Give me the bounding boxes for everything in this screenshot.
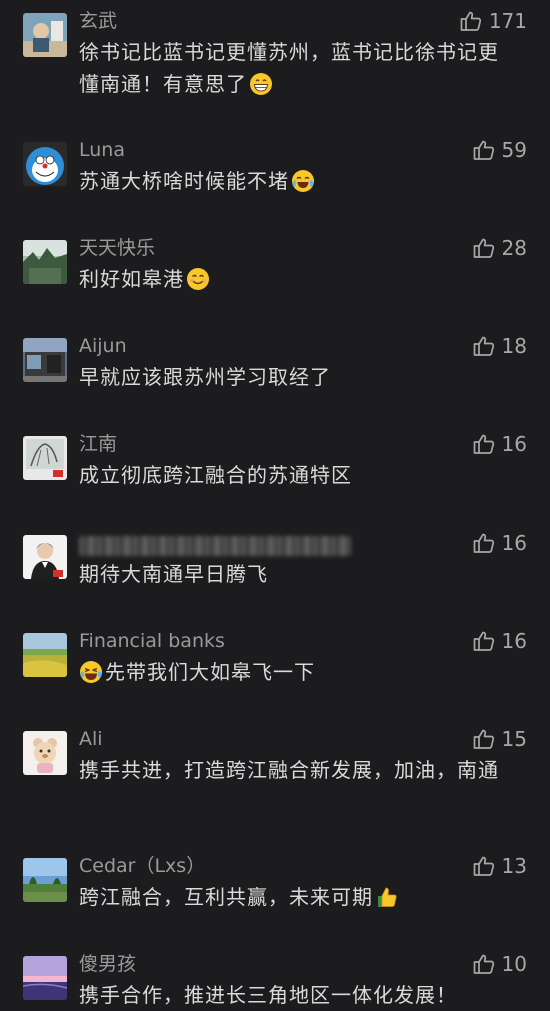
like-button[interactable]: 13 <box>472 851 527 881</box>
comment-author[interactable]: 傻男孩 <box>79 951 136 977</box>
thumbs-up-emoji <box>375 885 399 909</box>
comment-text-body: 成立彻底跨江融合的苏通特区 <box>79 463 352 487</box>
thumbs-up-icon <box>460 11 481 31</box>
comment-text-body: 携手合作，推进长三角地区一体化发展！ <box>79 983 457 1007</box>
comment-text: 苏通大桥啥时候能不堵 <box>79 165 519 197</box>
comment-text: 携手合作，推进长三角地区一体化发展！ <box>79 979 519 1011</box>
like-count: 171 <box>488 9 527 33</box>
laugh-emoji <box>79 660 103 684</box>
comment-author[interactable]: 江南 <box>79 431 117 457</box>
like-count: 16 <box>501 531 527 555</box>
grin-emoji <box>249 72 273 96</box>
like-button[interactable]: 16 <box>472 626 527 656</box>
thumbs-up-icon <box>473 856 494 876</box>
avatar[interactable] <box>23 13 67 57</box>
thumbs-up-icon <box>473 238 494 258</box>
like-button[interactable]: 16 <box>472 528 527 558</box>
comment-author[interactable]: 天天快乐 <box>79 235 155 261</box>
comment-text-body: 利好如皋港 <box>79 267 184 291</box>
comment-text-body: 徐书记比蓝书记更懂苏州，蓝书记比徐书记更懂南通！有意思了 <box>79 40 499 96</box>
like-count: 15 <box>501 727 527 751</box>
like-button[interactable]: 10 <box>472 949 527 979</box>
comment-text: 成立彻底跨江融合的苏通特区 <box>79 459 519 491</box>
comment-text: 早就应该跟苏州学习取经了 <box>79 361 519 393</box>
like-count: 28 <box>501 236 527 260</box>
thumbs-up-icon <box>473 140 494 160</box>
like-count: 16 <box>501 629 527 653</box>
thumbs-up-icon <box>473 631 494 651</box>
avatar[interactable] <box>23 858 67 902</box>
comment-text-body: 苏通大桥啥时候能不堵 <box>79 169 289 193</box>
comment-author[interactable]: Ali <box>79 726 103 752</box>
like-button[interactable]: 59 <box>472 135 527 165</box>
thumbs-up-icon <box>473 434 494 454</box>
thumbs-up-icon <box>473 336 494 356</box>
comment-author[interactable]: Aijun <box>79 333 127 359</box>
tears-of-joy-emoji <box>291 169 315 193</box>
avatar[interactable] <box>23 240 67 284</box>
like-count: 59 <box>501 138 527 162</box>
comment-text: 期待大南通早日腾飞 <box>79 558 519 590</box>
comment-text: 携手共进，打造跨江融合新发展，加油，南通 <box>79 754 519 786</box>
smile-emoji <box>186 267 210 291</box>
comment-text: 跨江融合，互利共赢，未来可期 <box>79 881 519 913</box>
avatar[interactable] <box>23 338 67 382</box>
avatar[interactable] <box>23 142 67 186</box>
like-button[interactable]: 28 <box>472 233 527 263</box>
comment-author[interactable] <box>79 536 351 556</box>
comment-text-body: 早就应该跟苏州学习取经了 <box>79 365 331 389</box>
avatar[interactable] <box>23 956 67 1000</box>
comment-text-body: 携手共进，打造跨江融合新发展，加油，南通 <box>79 758 499 782</box>
like-button[interactable]: 18 <box>472 331 527 361</box>
comment-text: 利好如皋港 <box>79 263 519 295</box>
comment-text: 徐书记比蓝书记更懂苏州，蓝书记比徐书记更懂南通！有意思了 <box>79 36 519 100</box>
comment-text-body: 期待大南通早日腾飞 <box>79 562 268 586</box>
thumbs-up-icon <box>473 954 494 974</box>
avatar[interactable] <box>23 535 67 579</box>
comment-text-body: 跨江融合，互利共赢，未来可期 <box>79 885 373 909</box>
avatar[interactable] <box>23 436 67 480</box>
like-count: 16 <box>501 432 527 456</box>
like-count: 10 <box>501 952 527 976</box>
comment-text-body: 先带我们大如皋飞一下 <box>105 660 315 684</box>
comment-author[interactable]: 玄武 <box>79 8 117 34</box>
thumbs-up-icon <box>473 533 494 553</box>
like-button[interactable]: 15 <box>472 724 527 754</box>
avatar[interactable] <box>23 633 67 677</box>
like-button[interactable]: 171 <box>459 6 527 36</box>
like-button[interactable]: 16 <box>472 429 527 459</box>
comment-text: 先带我们大如皋飞一下 <box>79 656 519 688</box>
comment-author[interactable]: Financial banks <box>79 628 225 654</box>
like-count: 13 <box>501 854 527 878</box>
comment-author[interactable]: Cedar（Lxs） <box>79 853 205 879</box>
comment-author[interactable]: Luna <box>79 137 125 163</box>
like-count: 18 <box>501 334 527 358</box>
thumbs-up-icon <box>473 729 494 749</box>
avatar[interactable] <box>23 731 67 775</box>
